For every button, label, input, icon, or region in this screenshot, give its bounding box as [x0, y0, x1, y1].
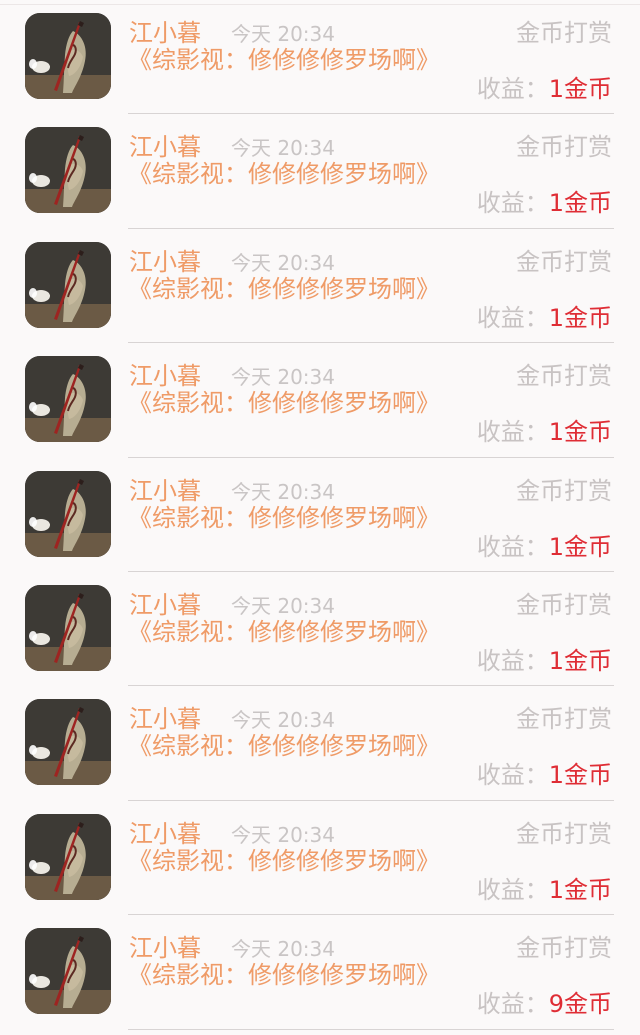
user-name: 江小暮 — [129, 476, 201, 505]
timestamp: 今天 20:34 — [231, 708, 335, 733]
avatar — [25, 585, 111, 671]
income-row: 收益：1金币 — [477, 303, 612, 333]
book-title: 《综影视：修修修修罗场啊》 — [128, 846, 440, 875]
reward-type: 金币打赏 — [516, 819, 612, 848]
income-value: 1金币 — [548, 418, 612, 447]
reward-type: 金币打赏 — [516, 19, 612, 47]
income-label: 收益： — [476, 875, 549, 904]
reward-type: 金币打赏 — [516, 476, 612, 505]
avatar — [25, 241, 111, 328]
income-label: 收益： — [476, 990, 549, 1019]
income-label: 收益： — [476, 189, 549, 218]
timestamp: 今天 20:34 — [231, 479, 335, 504]
user-name: 江小暮 — [129, 133, 201, 162]
reward-type: 金币打赏 — [516, 247, 612, 276]
book-title: 《综影视：修修修修罗场啊》 — [128, 160, 440, 189]
income-value: 1金币 — [548, 761, 612, 790]
book-title: 《综影视：修修修修罗场啊》 — [128, 274, 440, 303]
reward-type: 金币打赏 — [516, 133, 612, 162]
income-value: 1金币 — [548, 875, 612, 904]
user-name: 江小暮 — [129, 19, 201, 47]
book-title: 《综影视：修修修修罗场啊》 — [128, 389, 440, 418]
reward-list-item[interactable]: 江小暮 今天 20:34 金币打赏 《综影视：修修修修罗场啊》 收益：1金币 — [0, 801, 640, 916]
user-name: 江小暮 — [129, 591, 201, 619]
timestamp: 今天 20:34 — [231, 136, 335, 161]
user-name: 江小暮 — [129, 934, 201, 963]
reward-list-item[interactable]: 江小暮 今天 20:34 金币打赏 《综影视：修修修修罗场啊》 收益：1金币 — [0, 343, 640, 458]
income-row: 收益：1金币 — [477, 646, 612, 676]
income-value: 1金币 — [548, 189, 612, 218]
timestamp: 今天 20:34 — [231, 822, 335, 847]
income-label: 收益： — [476, 647, 549, 675]
income-row: 收益：1金币 — [477, 760, 612, 790]
book-title: 《综影视：修修修修罗场啊》 — [128, 503, 440, 532]
timestamp: 今天 20:34 — [231, 365, 335, 390]
reward-type: 金币打赏 — [516, 591, 612, 619]
income-value: 1金币 — [548, 647, 612, 675]
income-label: 收益： — [476, 75, 549, 103]
reward-list-item[interactable]: 江小暮 今天 20:34 金币打赏 《综影视：修修修修罗场啊》 收益：1金币 — [0, 458, 640, 572]
avatar — [25, 928, 111, 1015]
reward-list: 江小暮 今天 20:34 金币打赏 《综影视：修修修修罗场啊》 收益：1金币 江… — [0, 0, 640, 1035]
income-label: 收益： — [476, 532, 549, 561]
avatar — [25, 356, 111, 443]
user-name: 江小暮 — [129, 705, 201, 734]
reward-list-item[interactable]: 江小暮 今天 20:34 金币打赏 《综影视：修修修修罗场啊》 收益：1金币 — [0, 114, 640, 229]
reward-type: 金币打赏 — [516, 705, 612, 734]
income-label: 收益： — [476, 303, 549, 332]
user-name: 江小暮 — [129, 362, 201, 391]
avatar — [25, 127, 111, 214]
reward-type: 金币打赏 — [516, 934, 612, 963]
reward-list-item[interactable]: 江小暮 今天 20:34 金币打赏 《综影视：修修修修罗场啊》 收益：1金币 — [0, 572, 640, 687]
reward-list-item[interactable]: 江小暮 今天 20:34 金币打赏 《综影视：修修修修罗场啊》 收益：1金币 — [0, 0, 640, 115]
income-row: 收益：1金币 — [477, 875, 612, 905]
avatar — [25, 13, 111, 99]
reward-list-item[interactable]: 江小暮 今天 20:34 金币打赏 《综影视：修修修修罗场啊》 收益：1金币 — [0, 229, 640, 344]
avatar — [25, 470, 111, 557]
income-value: 9金币 — [548, 990, 612, 1019]
income-value: 1金币 — [548, 303, 612, 332]
timestamp: 今天 20:34 — [231, 937, 335, 962]
book-title: 《综影视：修修修修罗场啊》 — [128, 46, 440, 74]
reward-type: 金币打赏 — [516, 362, 612, 391]
avatar — [25, 813, 111, 900]
timestamp: 今天 20:34 — [231, 22, 335, 46]
row-divider — [128, 1028, 614, 1030]
reward-list-item[interactable]: 江小暮 今天 20:34 金币打赏 《综影视：修修修修罗场啊》 收益：1金币 — [0, 686, 640, 801]
income-label: 收益： — [476, 418, 549, 447]
user-name: 江小暮 — [129, 819, 201, 848]
income-value: 1金币 — [548, 532, 612, 561]
book-title: 《综影视：修修修修罗场啊》 — [128, 961, 440, 990]
book-title: 《综影视：修修修修罗场啊》 — [128, 732, 440, 761]
book-title: 《综影视：修修修修罗场啊》 — [128, 618, 440, 646]
reward-list-item[interactable]: 江小暮 今天 20:34 金币打赏 《综影视：修修修修罗场啊》 收益：9金币 — [0, 915, 640, 1030]
income-row: 收益：1金币 — [477, 74, 612, 104]
timestamp: 今天 20:34 — [231, 250, 335, 275]
income-row: 收益：1金币 — [477, 188, 612, 218]
timestamp: 今天 20:34 — [231, 594, 335, 618]
user-name: 江小暮 — [129, 247, 201, 276]
income-row: 收益：1金币 — [477, 532, 612, 562]
income-label: 收益： — [476, 761, 549, 790]
income-value: 1金币 — [548, 75, 612, 103]
income-row: 收益：9金币 — [477, 989, 612, 1019]
income-row: 收益：1金币 — [477, 417, 612, 447]
avatar — [25, 699, 111, 786]
